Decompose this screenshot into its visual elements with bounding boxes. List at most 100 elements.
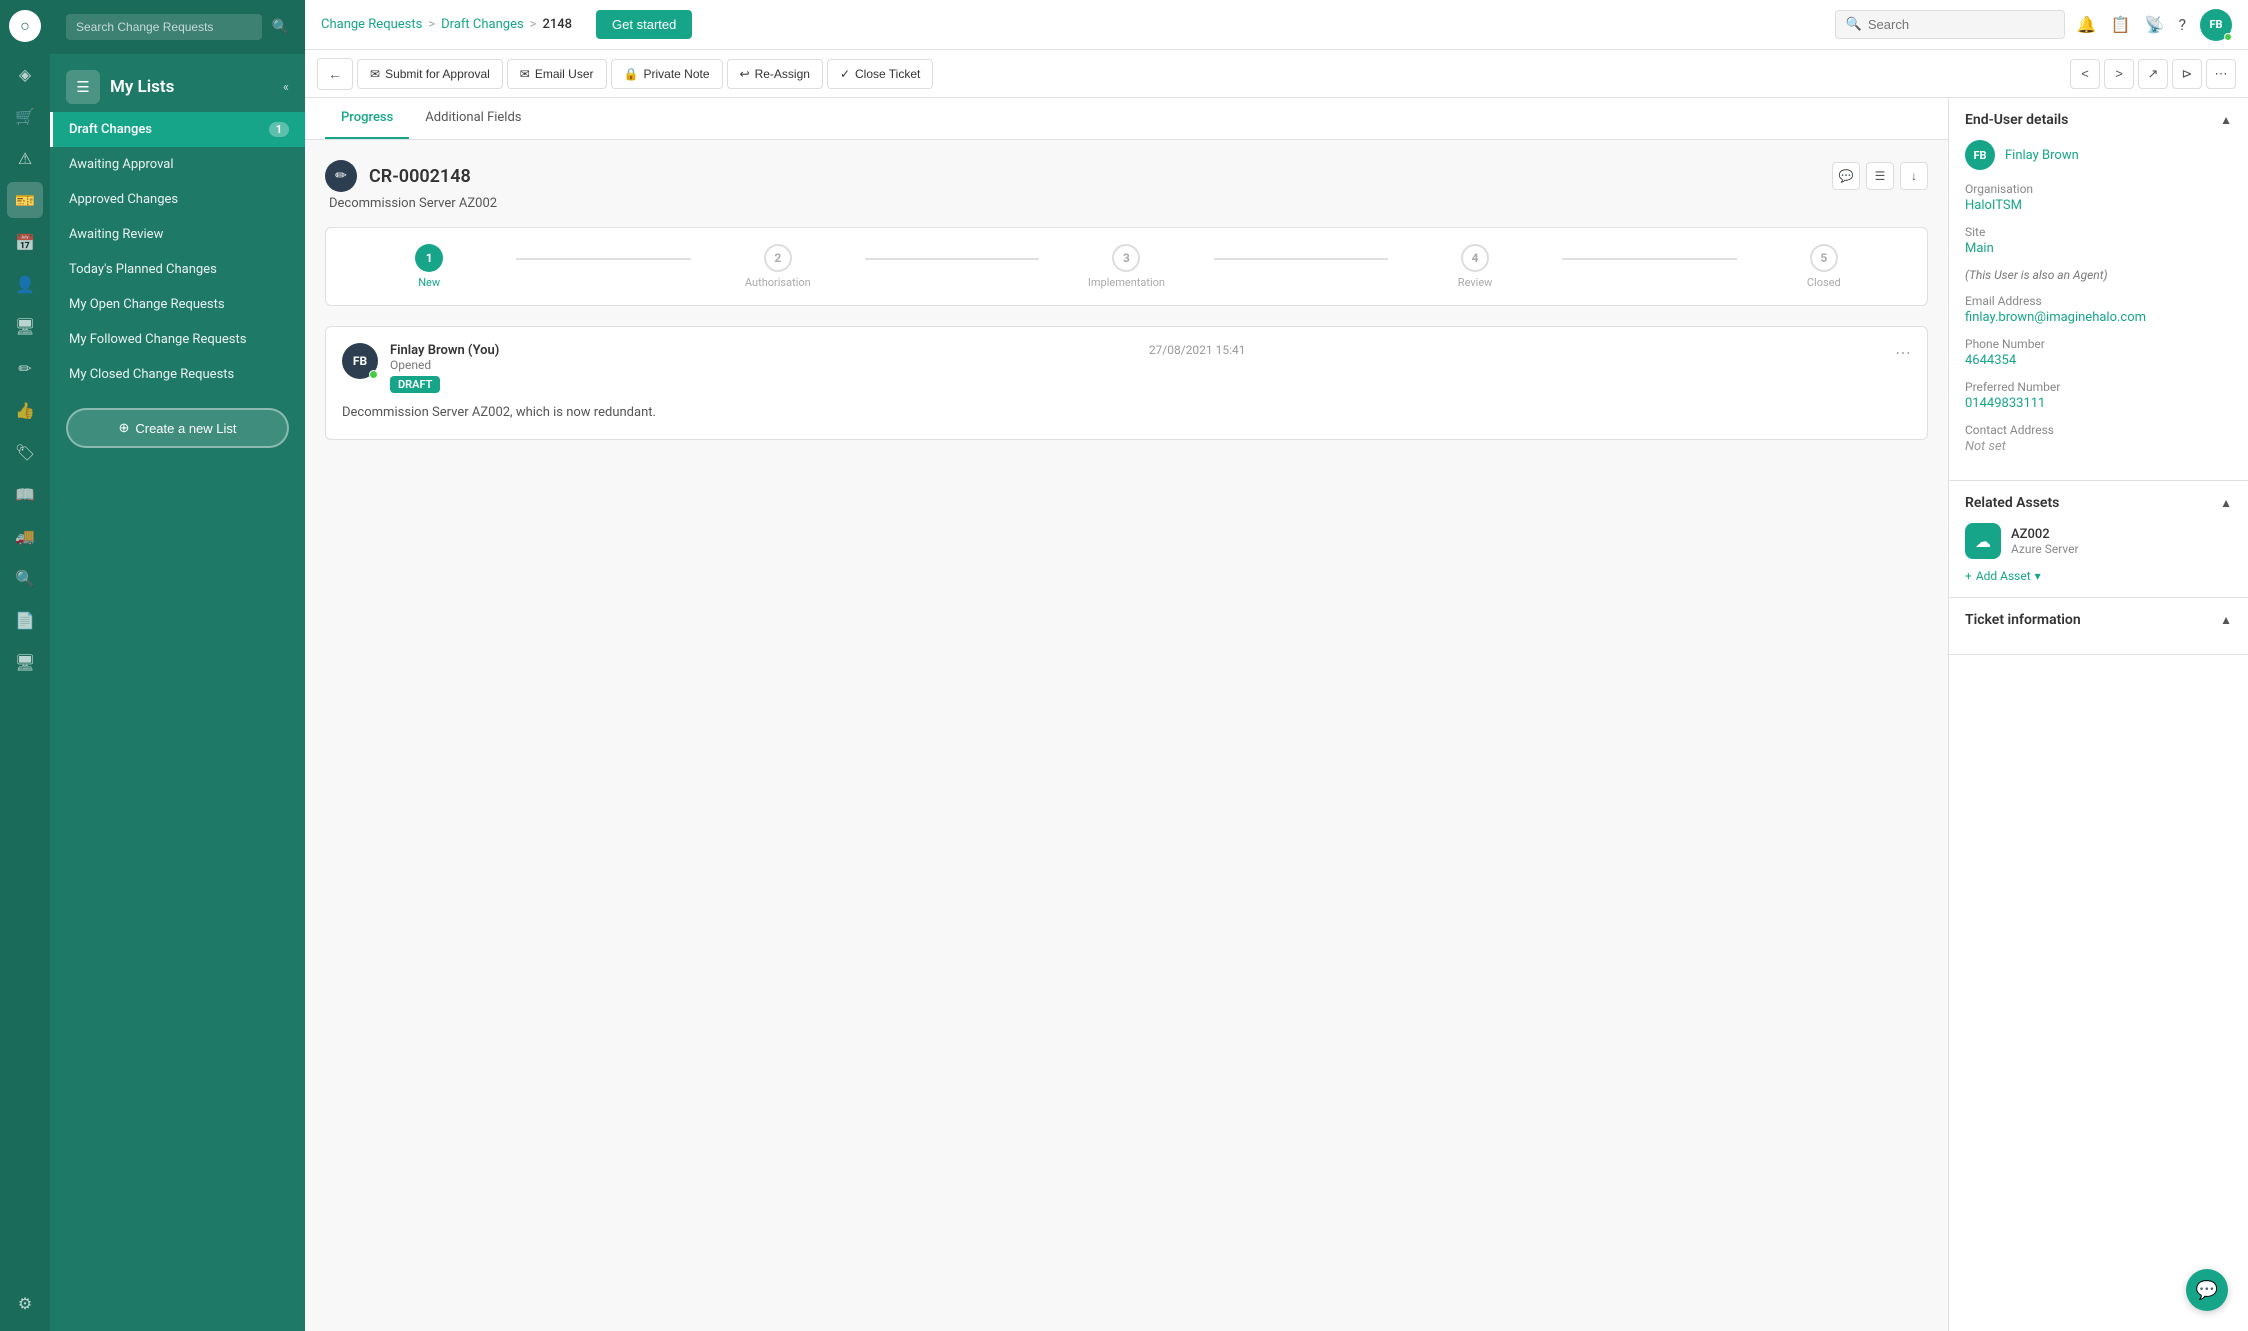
step-label-5: Closed: [1807, 276, 1841, 289]
collapse-button[interactable]: «: [283, 80, 289, 95]
ticket-icon[interactable]: 🎫: [7, 182, 43, 218]
comment-icon-button[interactable]: 💬: [1832, 162, 1860, 190]
close-ticket-button[interactable]: ✓ Close Ticket: [827, 59, 933, 89]
get-started-button[interactable]: Get started: [596, 10, 692, 39]
sidebar-item-awaiting-review[interactable]: Awaiting Review: [50, 217, 305, 252]
step-line-3: [1214, 258, 1388, 260]
right-panel: End-User details ▲ FB Finlay Brown Organ…: [1948, 98, 2248, 1331]
prev-button[interactable]: <: [2070, 59, 2100, 89]
close-ticket-label: Close Ticket: [855, 67, 920, 81]
step-circle-4: 4: [1461, 244, 1489, 272]
site-row: Site Main: [1965, 225, 2232, 256]
private-note-label: Private Note: [643, 67, 709, 81]
truck-icon[interactable]: 🚚: [7, 518, 43, 554]
sidebar-item-label: My Followed Change Requests: [69, 332, 246, 347]
sidebar-item-my-open[interactable]: My Open Change Requests: [50, 287, 305, 322]
phone-label: Phone Number: [1965, 337, 2232, 351]
sidebar-item-approved-changes[interactable]: Approved Changes: [50, 182, 305, 217]
gear-icon[interactable]: ⚙: [7, 1285, 43, 1321]
step-authorisation: 2 Authorisation: [691, 244, 865, 289]
agent-note-row: (This User is also an Agent): [1965, 268, 2232, 282]
comment-author: Finlay Brown (You): [390, 343, 499, 358]
create-list-button[interactable]: ⊕ Create a new List: [66, 408, 289, 448]
user-icon[interactable]: 👤: [7, 266, 43, 302]
step-review: 4 Review: [1388, 244, 1562, 289]
search-icon: 🔍: [272, 19, 289, 35]
breadcrumb-current: 2148: [542, 17, 572, 32]
submit-label: Submit for Approval: [385, 67, 490, 81]
tag-icon[interactable]: 🏷: [7, 434, 43, 470]
preferred-value[interactable]: 01449833111: [1965, 396, 2232, 411]
main-content: Change Requests > Draft Changes > 2148 G…: [305, 0, 2248, 1331]
chat-fab-button[interactable]: 💬: [2186, 1269, 2228, 1311]
search-change-requests-input[interactable]: [66, 14, 262, 40]
breadcrumb-sep-2: >: [530, 17, 537, 32]
organisation-row: Organisation HaloITSM: [1965, 182, 2232, 213]
user-name-link[interactable]: Finlay Brown: [2005, 148, 2079, 163]
re-assign-button[interactable]: ↩ Re-Assign: [727, 59, 823, 89]
user-row: FB Finlay Brown: [1965, 140, 2232, 170]
search-bar: 🔍: [1835, 10, 2065, 39]
share-button[interactable]: ⊳: [2172, 59, 2202, 89]
avatar[interactable]: FB: [2200, 9, 2232, 41]
download-icon-button[interactable]: ↓: [1900, 162, 1928, 190]
phone-value[interactable]: 4644354: [1965, 353, 2232, 368]
site-label: Site: [1965, 225, 2232, 239]
breadcrumb-draft-changes[interactable]: Draft Changes: [441, 17, 524, 32]
organisation-label: Organisation: [1965, 182, 2232, 196]
shopping-icon[interactable]: 🛒: [7, 98, 43, 134]
sidebar-item-my-closed[interactable]: My Closed Change Requests: [50, 357, 305, 392]
comment-card: FB Finlay Brown (You) Opened DRAFT 27/08…: [325, 326, 1928, 440]
chevron-up-icon[interactable]: ▲: [2220, 113, 2232, 127]
clipboard-icon[interactable]: 📋: [2111, 15, 2131, 34]
help-icon[interactable]: ?: [2178, 15, 2186, 34]
external-link-button[interactable]: ↗: [2138, 59, 2168, 89]
monitor-icon[interactable]: 🖥: [7, 308, 43, 344]
sidebar-item-draft-changes[interactable]: Draft Changes 1: [50, 112, 305, 147]
comment-avatar-initials: FB: [353, 354, 367, 368]
submit-approval-button[interactable]: ✉ Submit for Approval: [357, 59, 503, 89]
search-icon-nav[interactable]: 🔍: [7, 560, 43, 596]
assets-chevron-icon[interactable]: ▲: [2220, 496, 2232, 510]
organisation-value[interactable]: HaloITSM: [1965, 198, 2232, 213]
display-icon[interactable]: 🖥: [7, 644, 43, 680]
contact-row: Contact Address Not set: [1965, 423, 2232, 454]
ticket-info-chevron-icon[interactable]: ▲: [2220, 613, 2232, 627]
sidebar-item-my-followed[interactable]: My Followed Change Requests: [50, 322, 305, 357]
breadcrumb-change-requests[interactable]: Change Requests: [321, 17, 422, 32]
sidebar-item-todays-planned[interactable]: Today's Planned Changes: [50, 252, 305, 287]
app-logo[interactable]: ○: [9, 10, 41, 42]
doc-icon[interactable]: 📄: [7, 602, 43, 638]
alert-icon[interactable]: ⚠: [7, 140, 43, 176]
sidebar-item-awaiting-approval[interactable]: Awaiting Approval: [50, 147, 305, 182]
tab-progress[interactable]: Progress: [325, 98, 409, 139]
sidebar-item-label: Awaiting Approval: [69, 157, 174, 172]
more-options-button[interactable]: ⋯: [2206, 59, 2236, 89]
add-asset-button[interactable]: + Add Asset ▾: [1965, 569, 2232, 583]
feed-icon[interactable]: 📡: [2145, 15, 2165, 34]
notification-icon[interactable]: 🔔: [2077, 15, 2097, 34]
my-lists-title: My Lists: [110, 77, 174, 97]
calendar-icon[interactable]: 📅: [7, 224, 43, 260]
details-icon-button[interactable]: ☰: [1866, 162, 1894, 190]
thumbsup-icon[interactable]: 👍: [7, 392, 43, 428]
check-icon: ✓: [840, 67, 850, 81]
email-value[interactable]: finlay.brown@imaginehalo.com: [1965, 310, 2232, 325]
ticket-info-section: Ticket information ▲: [1949, 598, 2248, 655]
left-panel: 🔍 ☰ My Lists « Draft Changes 1 Awaiting …: [50, 0, 305, 1331]
dashboard-icon[interactable]: ◈: [7, 56, 43, 92]
next-button[interactable]: >: [2104, 59, 2134, 89]
search-input[interactable]: [1868, 17, 2054, 32]
comment-more-button[interactable]: ⋯: [1895, 343, 1911, 362]
back-button[interactable]: ←: [317, 58, 353, 90]
book-icon[interactable]: 📖: [7, 476, 43, 512]
top-bar-icons: 🔔 📋 📡 ? FB: [2077, 9, 2232, 41]
email-row: Email Address finlay.brown@imaginehalo.c…: [1965, 294, 2232, 325]
email-user-button[interactable]: ✉ Email User: [507, 59, 607, 89]
tab-additional-fields[interactable]: Additional Fields: [409, 98, 537, 139]
private-note-button[interactable]: 🔒 Private Note: [611, 59, 723, 89]
online-indicator: [2224, 33, 2232, 41]
edit-icon[interactable]: ✏: [7, 350, 43, 386]
asset-name: AZ002: [2011, 527, 2079, 542]
site-value[interactable]: Main: [1965, 241, 2232, 256]
